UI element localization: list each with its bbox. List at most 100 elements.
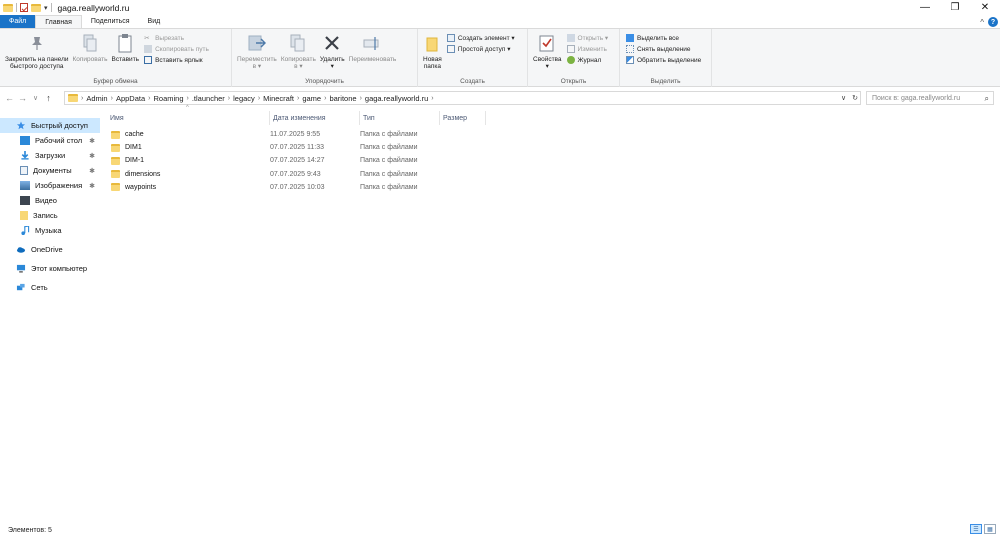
refresh-icon[interactable]: ↻	[852, 94, 858, 102]
title-bar: ▾ gaga.reallyworld.ru — ❐ ✕	[0, 0, 1000, 15]
nav-item-label: Быстрый доступ	[31, 121, 88, 130]
folder-icon	[111, 130, 120, 139]
breadcrumb-item[interactable]: Minecraft	[263, 94, 294, 103]
tab-view[interactable]: Вид	[139, 15, 170, 28]
select-all-button[interactable]: Выделить все	[626, 34, 701, 42]
table-row[interactable]: cache 11.07.2025 9:55 Папка с файлами	[107, 128, 440, 141]
recent-locations-button[interactable]: ∨	[29, 94, 42, 102]
maximize-button[interactable]: ❐	[940, 0, 970, 15]
breadcrumb-item[interactable]: gaga.reallyworld.ru	[365, 94, 428, 103]
file-type: Папка с файлами	[360, 131, 418, 139]
folder-icon	[3, 3, 13, 12]
window-title: gaga.reallyworld.ru	[57, 2, 130, 13]
pin-icon[interactable]: ✱	[89, 137, 95, 145]
paste-shortcut-button[interactable]: Вставить ярлык	[144, 56, 209, 64]
details-view-button[interactable]: ☰	[970, 524, 982, 534]
file-type: Папка с файлами	[360, 183, 418, 191]
scissors-icon: ✂	[144, 35, 150, 42]
copy-to-label: Копировать в ▾	[280, 56, 316, 70]
copy-label: Копировать	[72, 56, 108, 63]
breadcrumb-item[interactable]: Admin	[86, 94, 107, 103]
star-icon	[16, 121, 26, 130]
breadcrumb-separator[interactable]: ›	[228, 95, 230, 102]
open-button[interactable]: Открыть ▾	[566, 34, 608, 42]
close-button[interactable]: ✕	[970, 0, 1000, 15]
nav-item-video[interactable]: Видео	[0, 193, 100, 208]
open-group: Свойства ▾ Открыть ▾ Изменить Журнал Отк…	[528, 29, 620, 87]
folder-icon	[20, 211, 28, 220]
breadcrumb-separator[interactable]: ›	[111, 95, 113, 102]
new-folder-icon[interactable]	[31, 3, 41, 12]
history-button[interactable]: Журнал	[566, 56, 609, 64]
column-header-type[interactable]: Тип	[360, 111, 440, 125]
nav-item-music[interactable]: Музыка	[0, 223, 100, 238]
breadcrumb-separator[interactable]: ›	[360, 95, 362, 102]
quick-access-dropdown-icon[interactable]: ▾	[44, 4, 48, 12]
folder-icon	[111, 170, 120, 179]
cut-button[interactable]: ✂ Вырезать	[144, 34, 209, 43]
nav-item-desktop[interactable]: Рабочий стол ✱	[0, 133, 100, 148]
divider	[50, 3, 52, 12]
column-header-date[interactable]: Дата изменения	[270, 111, 360, 125]
nav-item-pictures[interactable]: Изображения ✱	[0, 178, 100, 193]
file-date: 07.07.2025 14:27	[270, 157, 325, 165]
back-button[interactable]: ←	[3, 93, 16, 103]
group-label-create: Создать	[460, 78, 485, 85]
copy-path-button[interactable]: Скопировать путь	[144, 45, 209, 53]
breadcrumb-item[interactable]: .tlauncher	[192, 94, 225, 103]
nav-item-quick-access[interactable]: Быстрый доступ	[0, 118, 100, 133]
tab-file[interactable]: Файл	[0, 15, 36, 28]
breadcrumb-item[interactable]: AppData	[116, 94, 145, 103]
organize-group: Переместить в ▾ Копировать в ▾ Удалить ▾…	[232, 29, 418, 87]
nav-item-network[interactable]: Сеть	[0, 280, 100, 295]
tab-home[interactable]: Главная	[35, 15, 82, 28]
table-row[interactable]: waypoints 07.07.2025 10:03 Папка с файла…	[107, 181, 440, 194]
properties-icon[interactable]	[20, 3, 28, 12]
pin-icon[interactable]: ✱	[89, 152, 95, 160]
table-row[interactable]: DIM1 07.07.2025 11:33 Папка с файлами	[107, 141, 440, 154]
folder-icon	[68, 94, 78, 102]
search-input[interactable]: Поиск в: gaga.reallyworld.ru ⌕	[866, 91, 994, 105]
nav-item-documents[interactable]: Документы ✱	[0, 163, 100, 178]
nav-item-downloads[interactable]: Загрузки ✱	[0, 148, 100, 163]
select-none-button[interactable]: Снять выделение	[626, 45, 701, 53]
breadcrumb-separator[interactable]: ›	[297, 95, 299, 102]
select-none-label: Снять выделение	[637, 45, 691, 53]
breadcrumb-separator[interactable]: ›	[258, 95, 260, 102]
pin-icon[interactable]: ✱	[89, 167, 95, 175]
easy-access-button[interactable]: Простой доступ ▾	[446, 45, 515, 53]
breadcrumb-item[interactable]: legacy	[233, 94, 255, 103]
breadcrumb-separator[interactable]: ›	[431, 95, 433, 102]
breadcrumb-separator[interactable]: ›	[187, 95, 189, 102]
column-header-name[interactable]: Имя	[107, 111, 270, 125]
pin-icon[interactable]: ✱	[89, 182, 95, 190]
collapse-ribbon-icon[interactable]: ^	[980, 18, 984, 27]
tab-share[interactable]: Поделиться	[82, 15, 139, 28]
large-icons-view-button[interactable]: ▦	[984, 524, 996, 534]
address-bar[interactable]: › Admin › AppData › Roaming › .tlauncher…	[64, 91, 861, 105]
breadcrumb-item[interactable]: Roaming	[153, 94, 183, 103]
folder-icon	[111, 183, 120, 192]
nav-item-onedrive[interactable]: OneDrive	[0, 242, 100, 257]
new-folder-label: Новая папка	[423, 56, 442, 70]
breadcrumb-item[interactable]: game	[302, 94, 321, 103]
invert-selection-button[interactable]: Обратить выделение	[626, 56, 701, 64]
address-dropdown-icon[interactable]: ∨	[841, 94, 846, 102]
breadcrumb-item[interactable]: baritone	[329, 94, 356, 103]
breadcrumb-separator[interactable]: ›	[148, 95, 150, 102]
column-header-size[interactable]: Размер	[440, 111, 486, 125]
table-row[interactable]: dimensions 07.07.2025 9:43 Папка с файла…	[107, 168, 440, 181]
nav-item-label: Видео	[35, 196, 57, 205]
breadcrumb-separator[interactable]: ›	[324, 95, 326, 102]
new-item-button[interactable]: Создать элемент ▾	[446, 34, 515, 42]
large-icons-view-icon: ▦	[987, 526, 993, 533]
forward-button[interactable]: →	[16, 93, 29, 103]
nav-item-recording[interactable]: Запись	[0, 208, 100, 223]
nav-item-this-pc[interactable]: Этот компьютер	[0, 261, 100, 276]
help-icon[interactable]: ?	[988, 17, 998, 27]
edit-button[interactable]: Изменить	[566, 45, 609, 53]
minimize-button[interactable]: —	[910, 0, 940, 15]
up-button[interactable]: ↑	[42, 93, 55, 103]
table-row[interactable]: DIM-1 07.07.2025 14:27 Папка с файлами	[107, 154, 440, 167]
network-icon	[16, 283, 25, 291]
